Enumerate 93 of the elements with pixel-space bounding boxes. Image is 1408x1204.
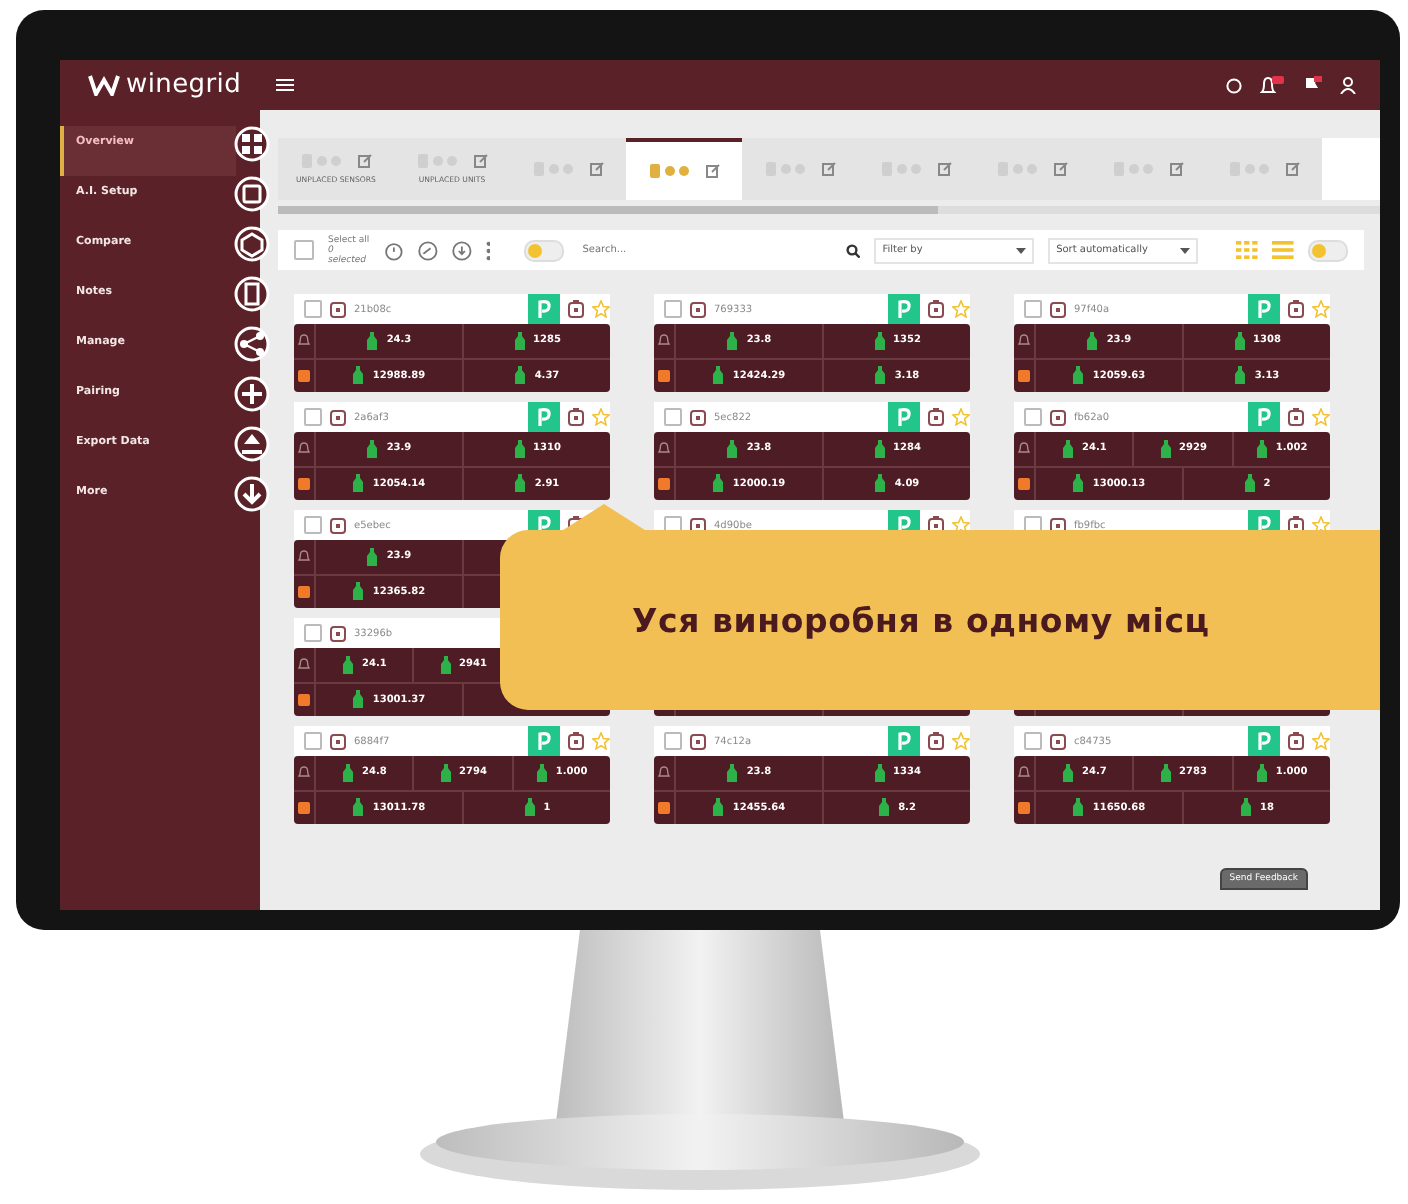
star-icon[interactable] — [592, 732, 610, 750]
expand-icon[interactable] — [1050, 409, 1066, 425]
edit-icon[interactable] — [473, 154, 487, 168]
expand-icon[interactable] — [690, 517, 706, 533]
clipboard-icon[interactable] — [928, 300, 944, 318]
cube-icon[interactable] — [234, 226, 270, 262]
alert-icon[interactable] — [658, 477, 670, 490]
expand-icon[interactable] — [1050, 301, 1066, 317]
expand-icon[interactable] — [330, 625, 346, 641]
checkbox[interactable] — [664, 300, 682, 318]
edit-toggle[interactable] — [1308, 239, 1348, 261]
star-icon[interactable] — [952, 408, 970, 426]
checkbox[interactable] — [304, 624, 322, 642]
expand-icon[interactable] — [330, 733, 346, 749]
clipboard-icon[interactable] — [568, 300, 584, 318]
more-icon[interactable] — [485, 239, 491, 261]
checkbox[interactable] — [664, 408, 682, 426]
checkbox[interactable] — [1024, 408, 1042, 426]
star-icon[interactable] — [1312, 732, 1330, 750]
caret-icon — [1016, 247, 1027, 253]
edit-icon[interactable] — [357, 154, 371, 168]
grid-icon[interactable] — [234, 126, 270, 162]
alert-icon[interactable] — [1018, 801, 1030, 814]
gauge-icon[interactable] — [417, 239, 438, 261]
checkbox[interactable] — [664, 732, 682, 750]
logo-icon — [88, 74, 120, 96]
expand-icon[interactable] — [330, 301, 346, 317]
plus-icon[interactable] — [234, 376, 270, 412]
menu-icon[interactable] — [275, 78, 294, 92]
bottle-icon — [439, 655, 452, 674]
alert-icon[interactable] — [658, 801, 670, 814]
upload-icon[interactable] — [234, 426, 270, 462]
star-icon[interactable] — [1312, 516, 1330, 534]
checkbox[interactable] — [304, 732, 322, 750]
star-icon[interactable] — [952, 516, 970, 534]
bottle-icon — [1159, 763, 1172, 782]
bell-icon[interactable] — [1260, 75, 1284, 95]
checkbox[interactable] — [294, 240, 314, 260]
chip-icon[interactable] — [234, 176, 270, 212]
logo-text: winegrid — [126, 70, 242, 100]
star-icon[interactable] — [1312, 300, 1330, 318]
clipboard-icon[interactable] — [1288, 732, 1304, 750]
checkbox[interactable] — [304, 300, 322, 318]
edit-icon[interactable] — [937, 162, 951, 176]
timer-icon[interactable] — [383, 239, 404, 261]
expand-icon[interactable] — [330, 517, 346, 533]
clipboard-icon[interactable] — [568, 408, 584, 426]
edit-icon[interactable] — [1053, 162, 1067, 176]
bottle-icon — [1159, 439, 1172, 458]
alert-icon[interactable] — [298, 477, 310, 490]
checkbox[interactable] — [304, 408, 322, 426]
alert-icon[interactable] — [298, 801, 310, 814]
alert-icon[interactable] — [658, 369, 670, 382]
user-icon[interactable] — [1340, 76, 1356, 94]
share-icon[interactable] — [234, 326, 270, 362]
clipboard-icon[interactable] — [928, 408, 944, 426]
checkbox[interactable] — [304, 516, 322, 534]
edit-icon[interactable] — [1285, 162, 1299, 176]
arrow-down-icon[interactable] — [234, 476, 270, 512]
download-icon[interactable] — [451, 239, 472, 261]
star-icon[interactable] — [1312, 408, 1330, 426]
edit-icon[interactable] — [821, 162, 835, 176]
alert-icon[interactable] — [1018, 369, 1030, 382]
expand-icon[interactable] — [690, 733, 706, 749]
edit-icon[interactable] — [705, 164, 719, 178]
star-icon[interactable] — [952, 732, 970, 750]
star-icon[interactable] — [592, 408, 610, 426]
toggle-switch[interactable] — [524, 239, 565, 261]
search-icon[interactable] — [846, 243, 861, 257]
expand-icon[interactable] — [330, 409, 346, 425]
expand-icon[interactable] — [690, 409, 706, 425]
help-icon[interactable] — [1226, 77, 1242, 93]
callout-text: Уся виноробня в одному місц — [632, 601, 1210, 639]
checkbox[interactable] — [1024, 732, 1042, 750]
expand-icon[interactable] — [690, 301, 706, 317]
star-icon[interactable] — [952, 300, 970, 318]
alert-icon[interactable] — [298, 369, 310, 382]
clipboard-icon[interactable] — [1288, 300, 1304, 318]
bottle-icon — [439, 763, 452, 782]
star-icon[interactable] — [592, 300, 610, 318]
expand-icon[interactable] — [1050, 517, 1066, 533]
expand-icon[interactable] — [1050, 733, 1066, 749]
checkbox[interactable] — [1024, 300, 1042, 318]
clipboard-icon[interactable] — [568, 732, 584, 750]
alert-icon[interactable] — [1018, 477, 1030, 490]
edit-icon[interactable] — [589, 162, 603, 176]
edit-icon[interactable] — [1169, 162, 1183, 176]
alert-icon[interactable] — [298, 585, 310, 598]
notebook-icon[interactable] — [234, 276, 270, 312]
clipboard-icon[interactable] — [1288, 408, 1304, 426]
clipboard-icon[interactable] — [928, 732, 944, 750]
alert-icon[interactable] — [298, 693, 310, 706]
caret-icon — [1180, 247, 1191, 253]
